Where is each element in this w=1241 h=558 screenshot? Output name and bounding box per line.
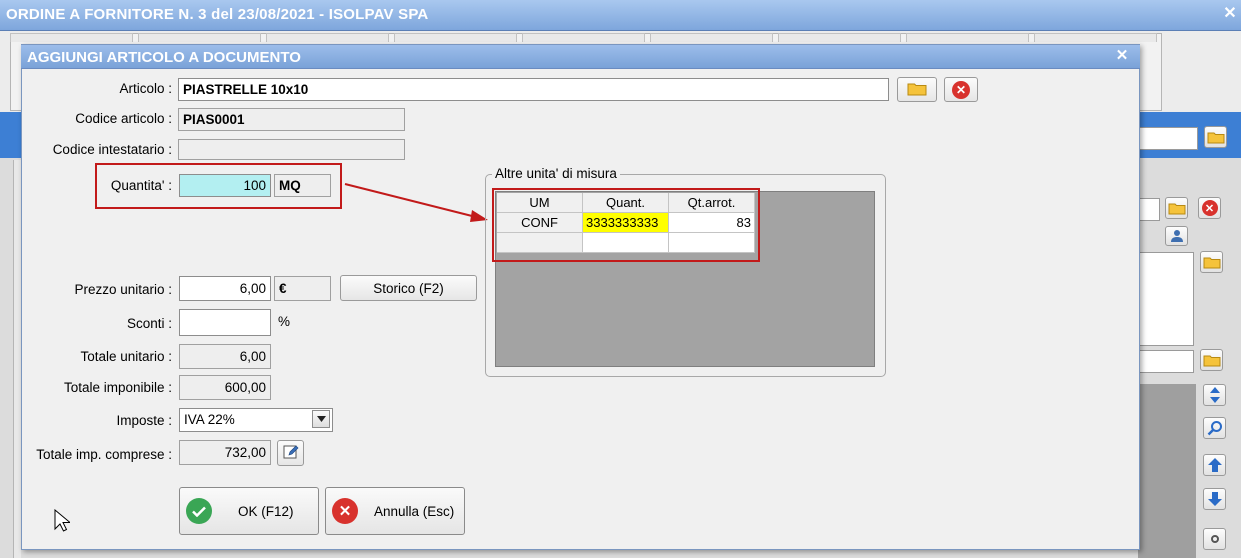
background-left-edge [13, 160, 21, 558]
background-tab[interactable] [1034, 33, 1157, 42]
background-field[interactable] [1138, 127, 1198, 150]
dialog-close-icon[interactable]: ✕ [1114, 47, 1130, 65]
ok-button[interactable]: OK (F12) [179, 487, 319, 535]
settings-icon[interactable] [1203, 528, 1226, 550]
totale-imponibile-label: Totale imponibile : [63, 380, 172, 395]
background-tab[interactable] [906, 33, 1029, 42]
totale-unitario-field: 6,00 [179, 344, 271, 369]
folder-icon[interactable] [1204, 126, 1227, 148]
user-icon[interactable] [1165, 226, 1188, 246]
move-down-icon[interactable] [1203, 488, 1226, 510]
background-tab[interactable] [522, 33, 645, 42]
quantita-um-field: MQ [274, 174, 331, 197]
cancel-icon: ✕ [332, 498, 358, 524]
imposte-select[interactable]: IVA 22% [179, 408, 333, 432]
background-tab[interactable] [650, 33, 773, 42]
articolo-browse-button[interactable] [897, 77, 937, 102]
prezzo-unitario-label: Prezzo unitario : [74, 282, 172, 297]
annulla-button-label: Annulla (Esc) [374, 504, 455, 519]
dialog-title: AGGIUNGI ARTICOLO A DOCUMENTO [27, 49, 301, 66]
totale-imponibile-field: 600,00 [179, 375, 271, 400]
background-tab[interactable] [10, 33, 133, 42]
codice-intestatario-field[interactable] [178, 139, 405, 160]
background-tab[interactable] [394, 33, 517, 42]
background-tab[interactable] [778, 33, 901, 42]
folder-icon[interactable] [1200, 251, 1223, 273]
sconti-label: Sconti : [126, 316, 172, 331]
prezzo-unitario-field[interactable]: 6,00 [179, 276, 271, 301]
ok-button-label: OK (F12) [238, 504, 294, 519]
check-icon [186, 498, 212, 524]
quantita-field[interactable]: 100 [179, 174, 271, 197]
background-close-icon[interactable]: ✕ [1222, 4, 1238, 24]
annulla-button[interactable]: ✕ Annulla (Esc) [325, 487, 465, 535]
codice-articolo-label: Codice articolo : [75, 111, 172, 126]
folder-icon [907, 81, 927, 99]
codice-articolo-field[interactable]: PIAS0001 [178, 108, 405, 131]
edit-total-button[interactable] [277, 440, 304, 466]
folder-icon[interactable] [1200, 349, 1223, 371]
storico-button[interactable]: Storico (F2) [340, 275, 477, 301]
annotation-arrow [344, 183, 488, 222]
background-field[interactable] [1138, 350, 1194, 373]
mouse-cursor-icon [54, 509, 70, 532]
background-grid-area [1138, 384, 1196, 558]
background-tab[interactable] [266, 33, 389, 42]
delete-icon: ✕ [952, 80, 970, 99]
totale-imp-comprese-label: Totale imp. comprese : [36, 447, 172, 462]
currency-field: € [274, 276, 331, 301]
delete-icon[interactable]: ✕ [1198, 197, 1221, 219]
sconti-percent-label: % [278, 314, 291, 329]
articolo-field[interactable]: PIASTRELLE 10x10 [178, 78, 889, 101]
grid-highlight-box [492, 188, 760, 262]
sconti-field[interactable] [179, 309, 271, 336]
sort-icon[interactable] [1203, 384, 1226, 406]
totale-unitario-label: Totale unitario : [80, 349, 172, 364]
search-icon[interactable] [1203, 417, 1226, 439]
move-up-icon[interactable] [1203, 454, 1226, 476]
articolo-clear-button[interactable]: ✕ [944, 77, 978, 102]
imposte-label: Imposte : [116, 413, 172, 428]
totale-imp-comprese-field: 732,00 [179, 440, 271, 465]
articolo-label: Articolo : [119, 81, 172, 96]
background-window-title: ORDINE A FORNITORE N. 3 del 23/08/2021 -… [6, 6, 429, 23]
background-textarea[interactable] [1138, 252, 1194, 346]
quantita-label: Quantita' : [110, 178, 172, 193]
altre-unita-group-label: Altre unita' di misura [492, 166, 620, 181]
edit-icon [283, 444, 299, 463]
chevron-down-icon[interactable] [312, 410, 330, 428]
folder-icon[interactable] [1165, 197, 1188, 219]
background-tab[interactable] [138, 33, 261, 42]
background-field[interactable] [1138, 198, 1160, 221]
codice-intestatario-label: Codice intestatario : [52, 142, 172, 157]
